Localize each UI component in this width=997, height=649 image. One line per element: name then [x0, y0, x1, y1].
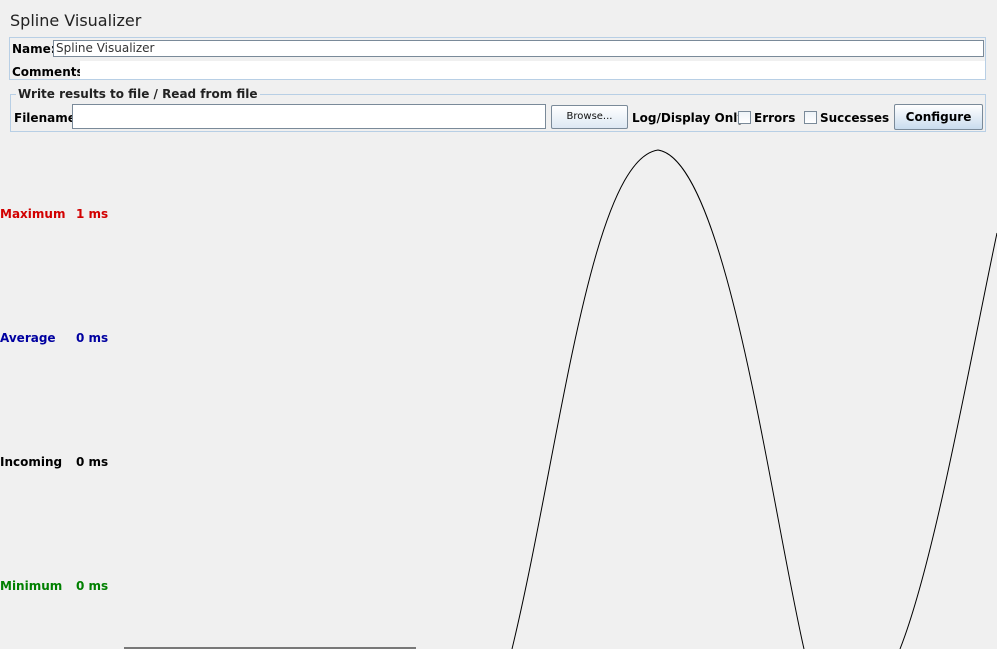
average-label: Average	[0, 331, 56, 345]
file-panel: Write results to file / Read from file F…	[10, 87, 986, 132]
configure-button[interactable]: Configure	[894, 104, 983, 130]
name-field[interactable]: Spline Visualizer	[53, 40, 984, 57]
average-value: 0 ms	[76, 331, 109, 345]
minimum-label: Minimum	[0, 579, 63, 593]
incoming-label: Incoming	[0, 455, 63, 469]
errors-label[interactable]: Errors	[754, 111, 795, 125]
successes-label[interactable]: Successes	[820, 111, 889, 125]
page-title: Spline Visualizer	[10, 11, 142, 30]
successes-checkbox[interactable]	[804, 111, 817, 124]
maximum-label: Maximum	[0, 207, 66, 221]
spline-curve	[511, 149, 805, 649]
name-panel: Name: Spline Visualizer Comments:	[9, 37, 986, 80]
name-label: Name:	[12, 42, 56, 56]
log-display-only-label: Log/Display Only:	[632, 111, 750, 125]
comments-label: Comments:	[12, 65, 89, 79]
incoming-value: 0 ms	[76, 455, 109, 469]
filename-input[interactable]	[72, 104, 546, 129]
browse-button[interactable]: Browse...	[551, 105, 628, 129]
filename-label: Filename	[14, 111, 76, 125]
comments-field[interactable]	[80, 61, 985, 79]
errors-checkbox[interactable]	[738, 111, 751, 124]
maximum-value: 1 ms	[76, 207, 109, 221]
minimum-value: 0 ms	[76, 579, 109, 593]
spline-curve-right	[899, 232, 997, 649]
file-panel-legend: Write results to file / Read from file	[16, 87, 260, 101]
